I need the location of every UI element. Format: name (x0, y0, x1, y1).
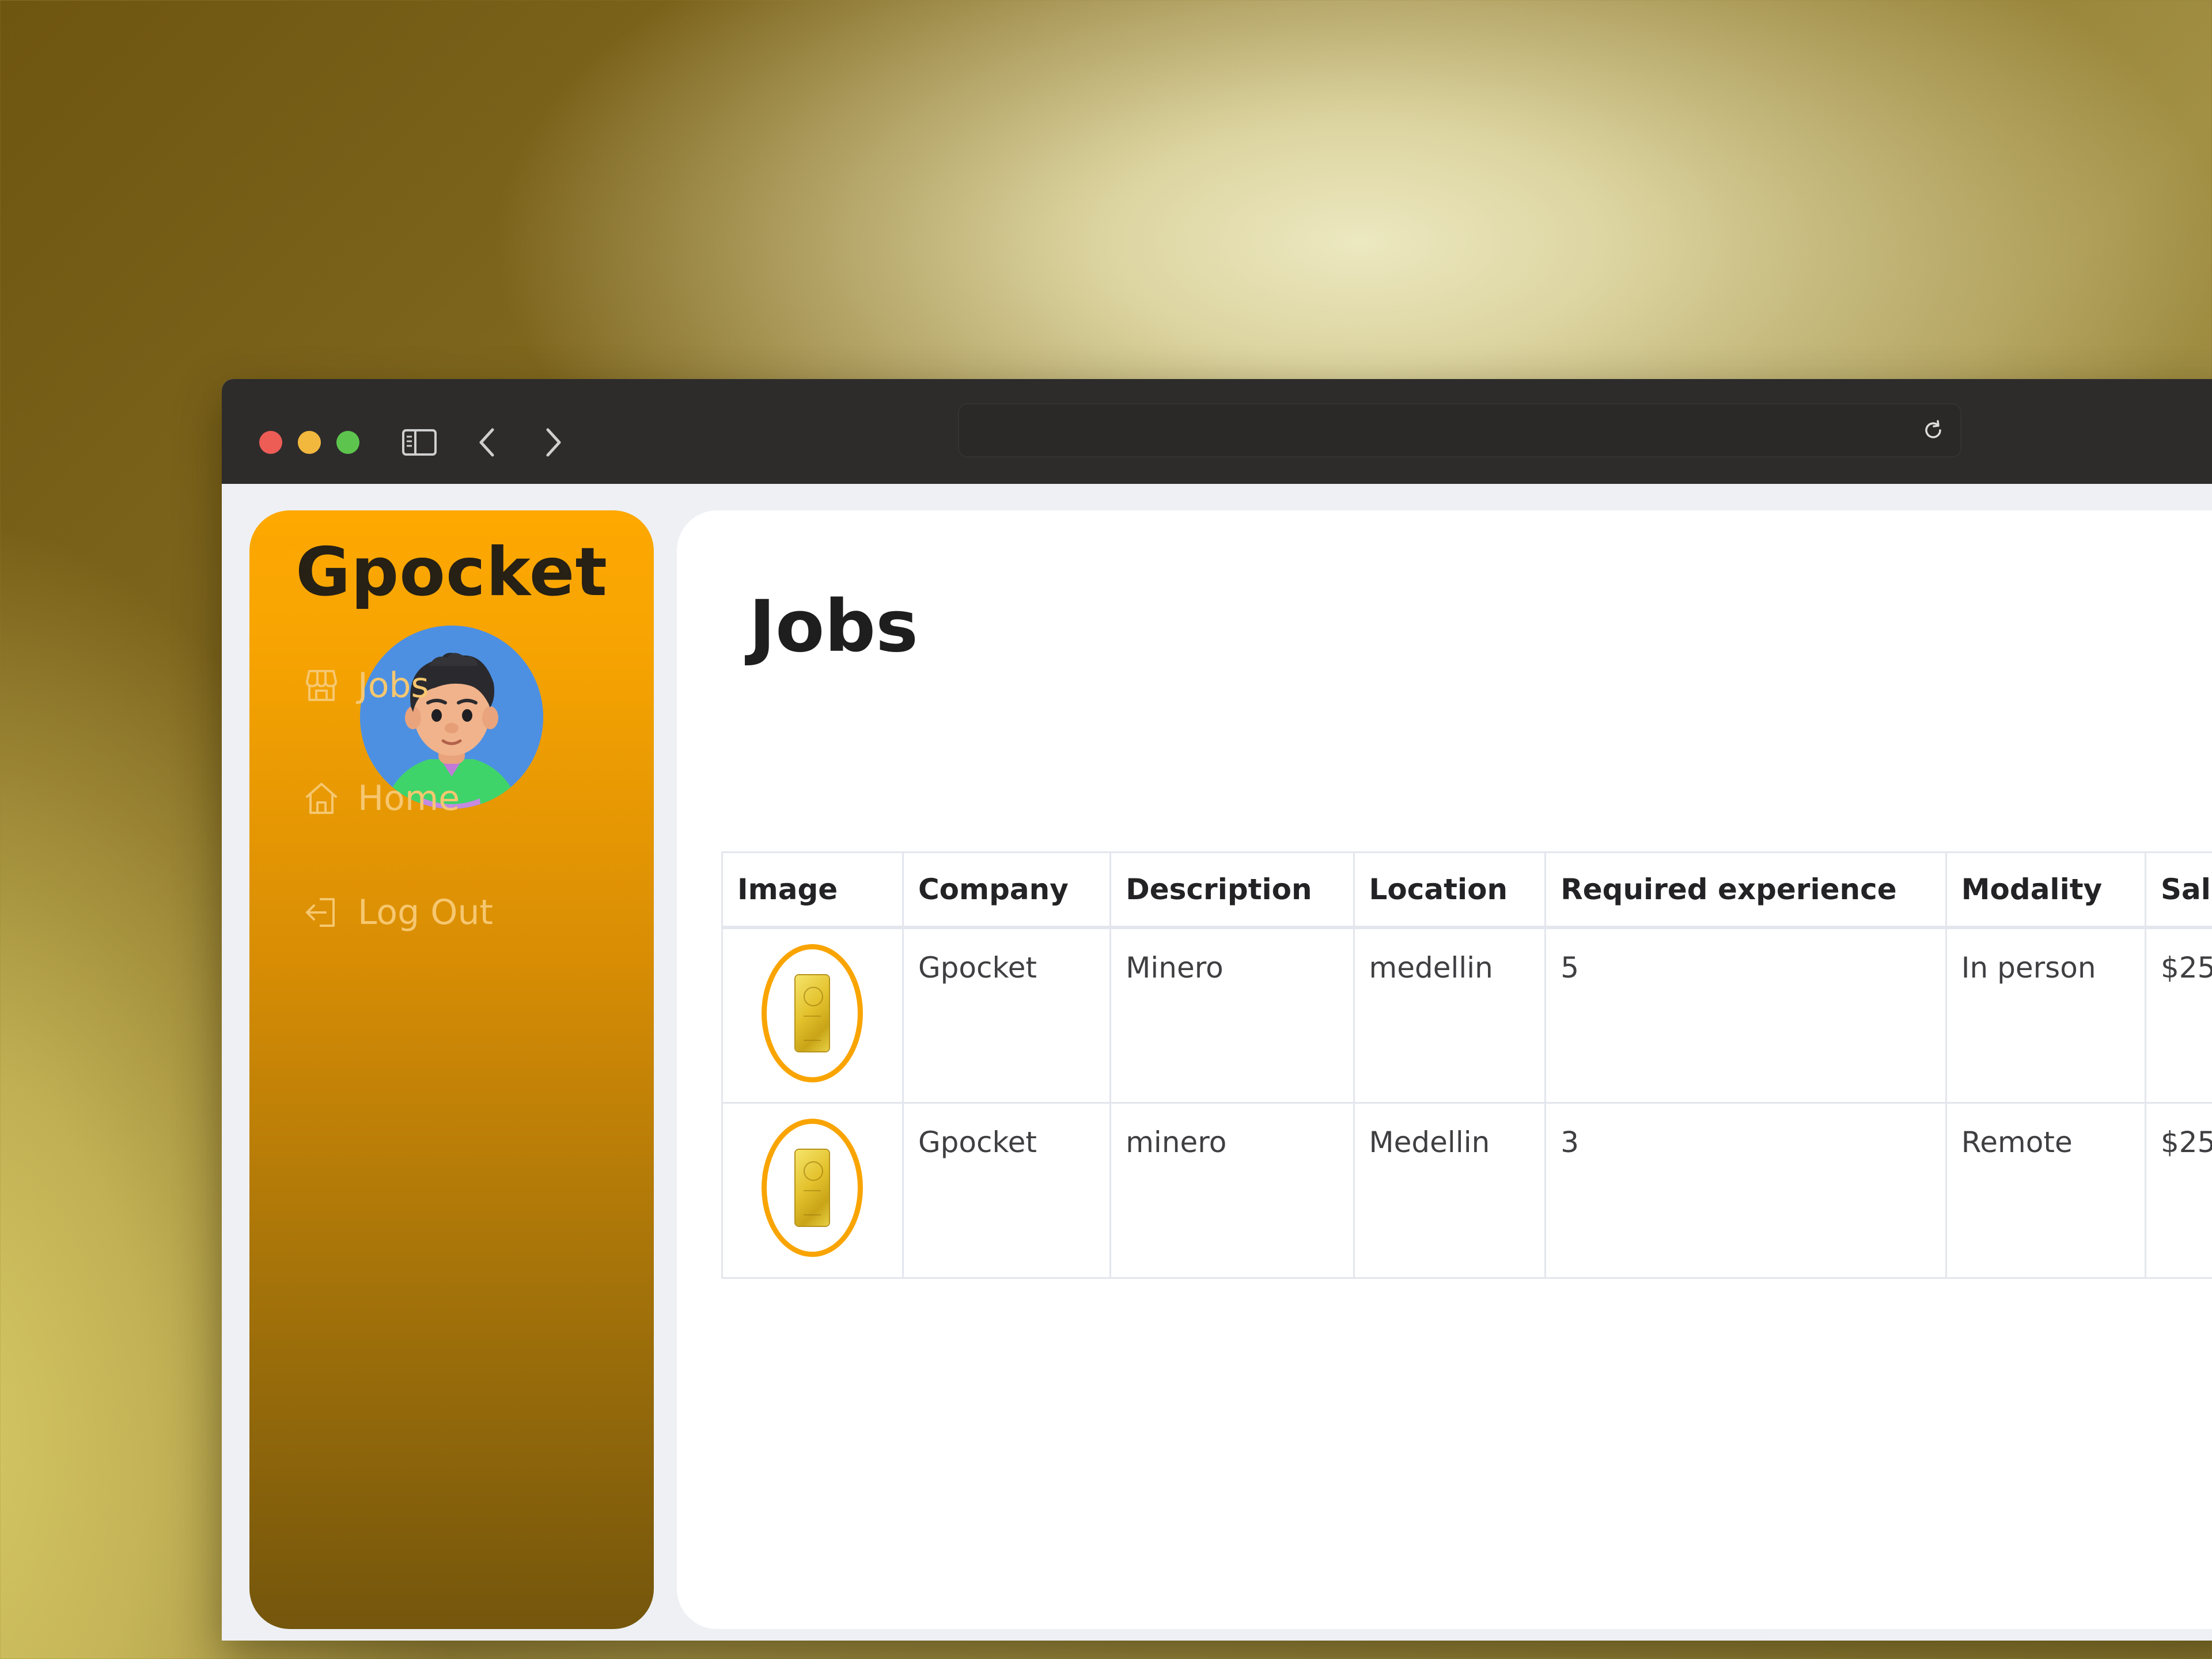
gold-bar-icon (796, 975, 830, 1051)
column-header-required-experience: Required experience (1544, 851, 1947, 929)
sidebar-item-jobs[interactable]: Jobs (301, 657, 429, 714)
sidebar-item-home[interactable]: Home (301, 770, 460, 827)
sidebar-item-label: Home (358, 778, 460, 819)
location-cell: Medellin (1353, 1101, 1547, 1279)
column-header-image: Image (721, 851, 904, 929)
modality-cell: Remote (1945, 1101, 2146, 1279)
salary-cell: $250 (2144, 926, 2212, 1104)
back-icon[interactable] (464, 419, 510, 465)
job-image (762, 944, 863, 1082)
browser-window: Gpocket Jobs Home Log Out Jobs Image Com… (222, 379, 2212, 1641)
table-row[interactable]: Gpocket Minero medellin 5 In person $250 (721, 926, 2212, 1104)
gold-bar-icon (796, 1149, 830, 1226)
salary-cell: $250 (2144, 1101, 2212, 1279)
maximize-window-button[interactable] (336, 431, 359, 454)
page-title: Jobs (749, 585, 918, 668)
job-image (762, 1118, 863, 1257)
store-icon (301, 665, 342, 706)
sidebar-toggle-icon[interactable] (396, 419, 442, 465)
experience-cell: 5 (1544, 926, 1947, 1104)
address-bar[interactable] (958, 403, 1961, 457)
column-header-description: Description (1109, 851, 1355, 929)
main-panel: Jobs Image Company Description Location … (677, 510, 2212, 1629)
jobs-table: Image Company Description Location Requi… (721, 851, 2212, 1279)
job-image-cell (721, 1101, 904, 1279)
experience-cell: 3 (1544, 1101, 1947, 1279)
column-header-salary: Sala (2144, 851, 2212, 929)
company-cell: Gpocket (902, 926, 1112, 1104)
brand-logo: Gpocket (296, 533, 608, 611)
minimize-window-button[interactable] (298, 431, 321, 454)
table-header-row: Image Company Description Location Requi… (721, 851, 2212, 929)
reload-icon[interactable] (1919, 416, 1948, 445)
column-header-company: Company (902, 851, 1112, 929)
home-icon (301, 778, 342, 819)
close-window-button[interactable] (259, 431, 282, 454)
location-cell: medellin (1353, 926, 1547, 1104)
table-row[interactable]: Gpocket minero Medellin 3 Remote $250 (721, 1101, 2212, 1279)
modality-cell: In person (1945, 926, 2146, 1104)
company-cell: Gpocket (902, 1101, 1112, 1279)
sidebar-item-label: Jobs (358, 665, 429, 706)
column-header-modality: Modality (1945, 851, 2146, 929)
browser-toolbar (222, 379, 2212, 484)
sidebar: Gpocket Jobs Home Log Out (249, 510, 654, 1629)
description-cell: Minero (1109, 926, 1355, 1104)
forward-icon[interactable] (531, 419, 577, 465)
sidebar-item-label: Log Out (358, 892, 494, 933)
column-header-location: Location (1353, 851, 1547, 929)
logout-icon (301, 892, 342, 933)
description-cell: minero (1109, 1101, 1355, 1279)
job-image-cell (721, 926, 904, 1104)
sidebar-item-logout[interactable]: Log Out (301, 884, 493, 941)
